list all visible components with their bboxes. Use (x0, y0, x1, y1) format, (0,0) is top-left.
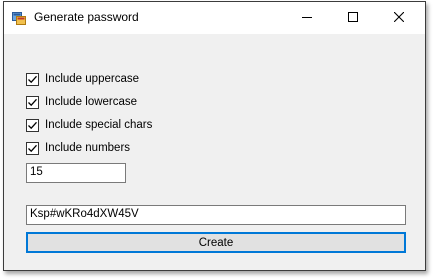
close-button[interactable] (376, 2, 422, 34)
title-bar[interactable]: Generate password (4, 2, 425, 34)
numbers-label: Include numbers (45, 142, 131, 154)
app-icon (12, 11, 26, 25)
lowercase-option[interactable]: Include lowercase (26, 94, 137, 110)
minimize-button[interactable] (284, 2, 330, 34)
maximize-icon (348, 9, 358, 27)
generate-password-window: Generate password Include uppercase Incl… (3, 1, 426, 271)
window-title: Generate password (34, 10, 139, 24)
numbers-checkbox[interactable] (26, 141, 39, 155)
screen: Generate password Include uppercase Incl… (0, 0, 435, 279)
special-chars-checkbox[interactable] (26, 118, 39, 132)
uppercase-checkbox[interactable] (26, 72, 39, 86)
maximize-button[interactable] (330, 2, 376, 34)
minimize-icon (302, 9, 312, 27)
lowercase-label: Include lowercase (45, 96, 138, 108)
create-button-label: Create (198, 236, 234, 249)
create-button[interactable]: Create (26, 232, 406, 253)
uppercase-label: Include uppercase (45, 73, 139, 85)
password-output-field[interactable]: Ksp#wKRo4dXW45V (26, 205, 406, 225)
uppercase-option[interactable]: Include uppercase (26, 71, 139, 87)
length-input[interactable]: 15 (26, 163, 126, 183)
numbers-option[interactable]: Include numbers (26, 140, 130, 156)
lowercase-checkbox[interactable] (26, 95, 39, 109)
special-chars-option[interactable]: Include special chars (26, 117, 152, 133)
special-chars-label: Include special chars (45, 119, 153, 131)
close-icon (393, 9, 405, 27)
